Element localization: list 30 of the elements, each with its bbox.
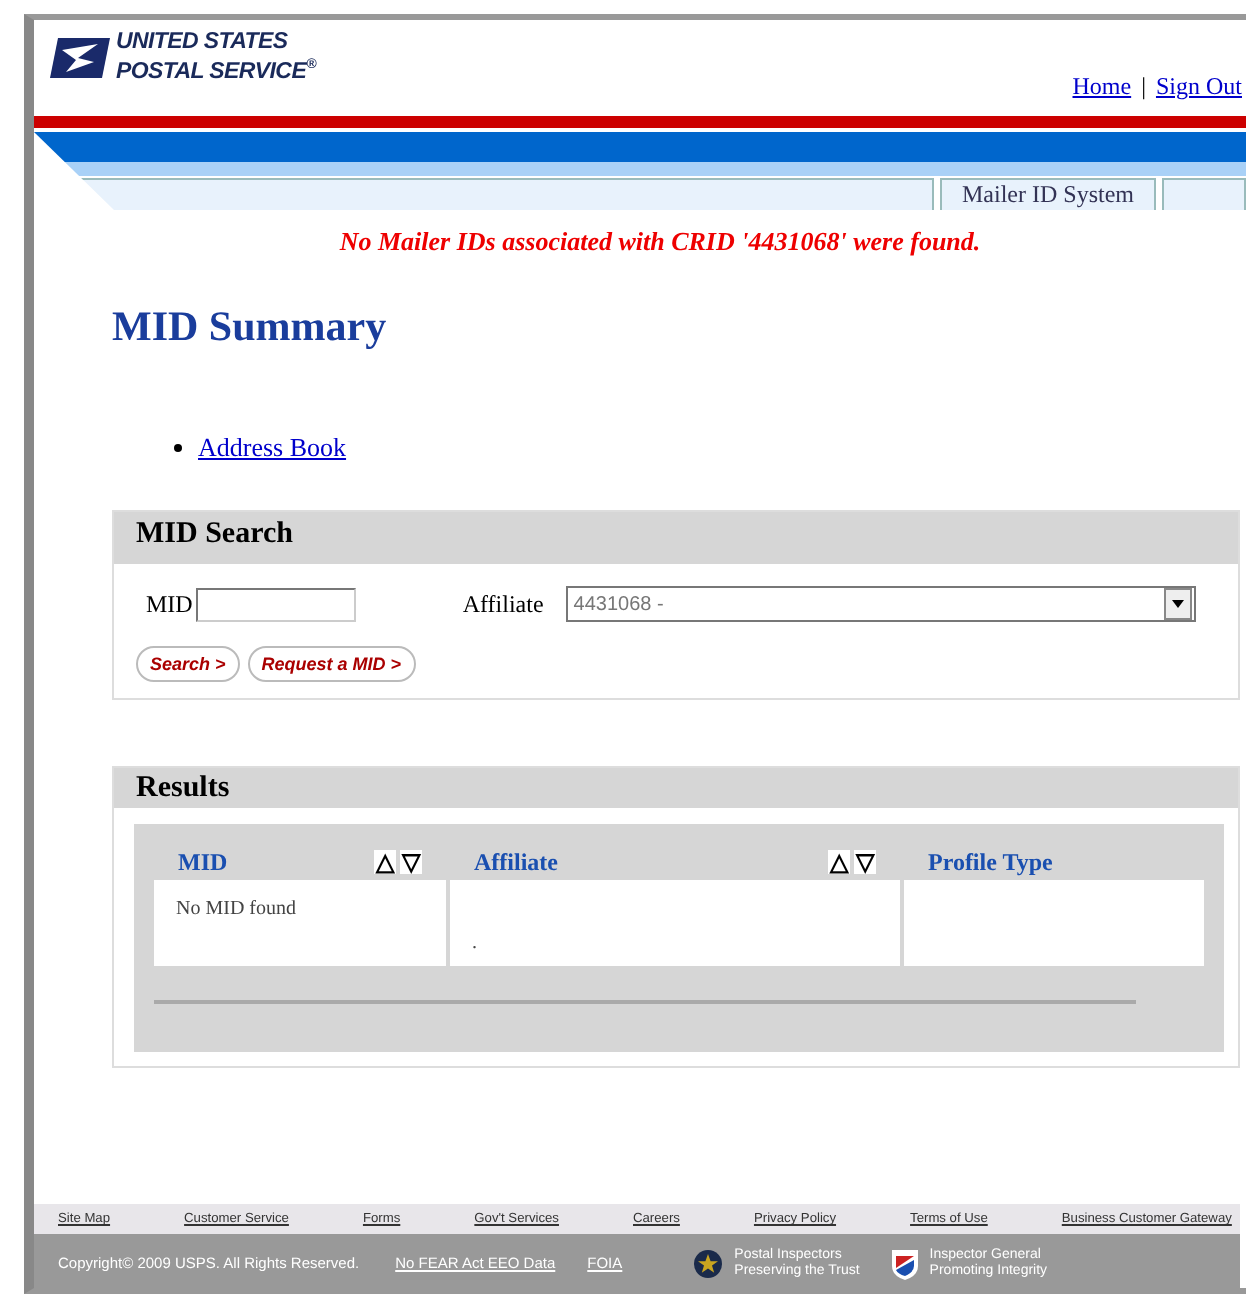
field-label: Affiliate bbox=[462, 589, 544, 619]
page-title: MID Summary bbox=[112, 302, 389, 352]
column-header[interactable]: Affiliate bbox=[474, 847, 558, 877]
eagle-logo-icon bbox=[50, 37, 110, 78]
shield-icon[interactable] bbox=[891, 1247, 918, 1279]
panel-title: MID Search bbox=[114, 512, 1238, 564]
bullet-icon bbox=[174, 444, 182, 452]
column-header[interactable]: MID bbox=[178, 847, 228, 877]
error-message: No Mailer IDs associated with CRID '4431068' were found. bbox=[337, 226, 983, 258]
pill-button[interactable]: Request a MID > bbox=[247, 646, 416, 682]
sort-ascending-icon[interactable]: △ bbox=[374, 850, 396, 874]
nav-tab[interactable]: Mailer ID System bbox=[940, 178, 1156, 212]
field-label: MID bbox=[146, 589, 193, 619]
cell-text: . bbox=[472, 932, 477, 954]
separator: | bbox=[1141, 72, 1146, 102]
sort-ascending-icon[interactable]: △ bbox=[828, 850, 850, 874]
mid-field[interactable] bbox=[196, 587, 357, 621]
cell-text: No MID found bbox=[176, 898, 296, 920]
header-link[interactable]: Sign Out bbox=[1155, 72, 1242, 102]
caret-icon[interactable] bbox=[1171, 600, 1184, 608]
sort-descending-icon[interactable]: ▽ bbox=[854, 850, 876, 874]
column-header[interactable]: Profile Type bbox=[928, 847, 1053, 877]
panel-title: Results bbox=[114, 768, 1238, 808]
header-link[interactable]: Home bbox=[1072, 72, 1132, 102]
address-book-link[interactable]: Address Book bbox=[198, 432, 347, 464]
affiliate-dropdown[interactable]: 4431068 - bbox=[565, 586, 1196, 622]
logo-text: UNITED STATES POSTAL SERVICE$^{®}$ bbox=[116, 32, 316, 84]
pill-button[interactable]: Search > bbox=[136, 646, 240, 682]
sort-descending-icon[interactable]: ▽ bbox=[400, 850, 422, 874]
star-badge-icon[interactable] bbox=[694, 1249, 723, 1277]
